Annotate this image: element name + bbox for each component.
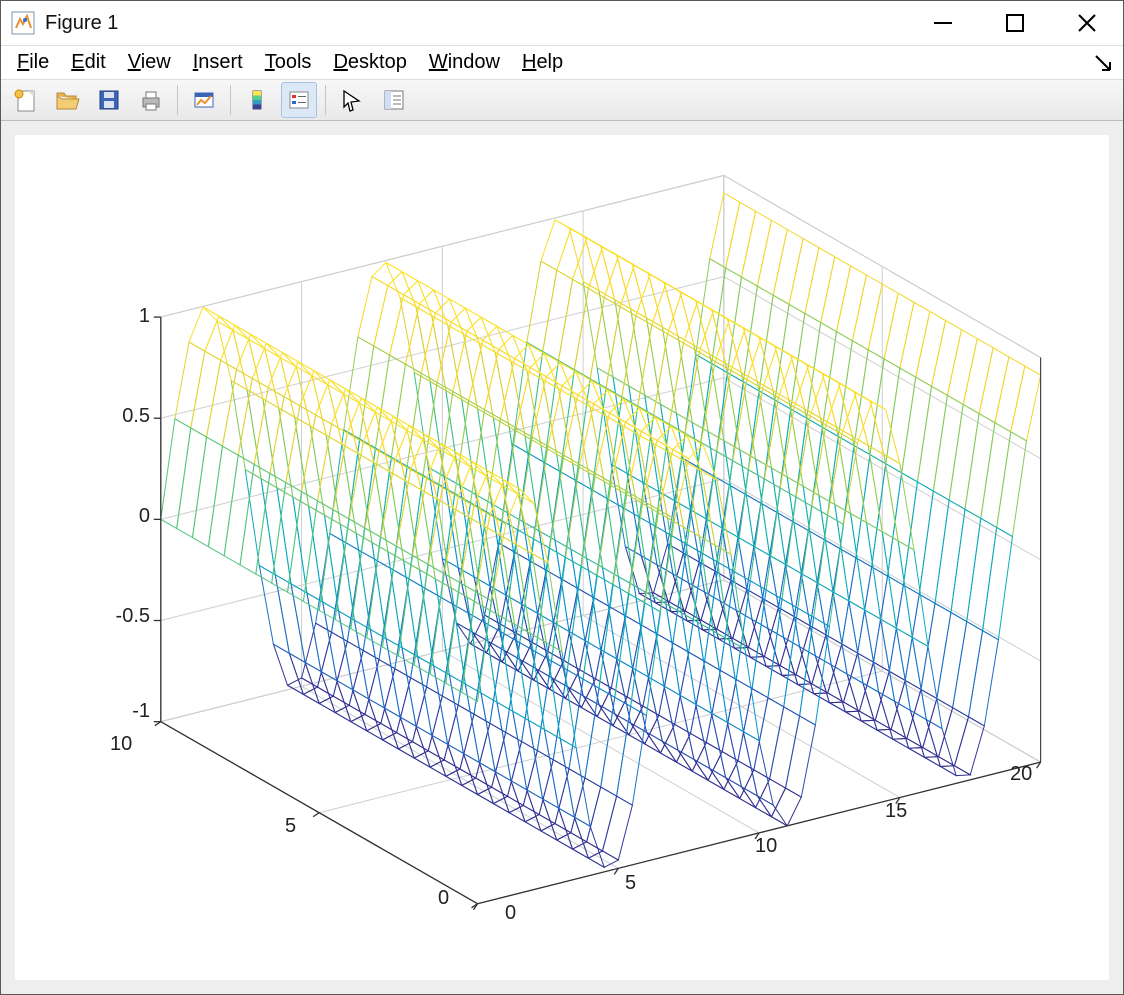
insert-legend-button[interactable]	[281, 82, 317, 118]
print-button[interactable]	[133, 82, 169, 118]
z-tick-label: 0.5	[90, 405, 150, 428]
matlab-figure-icon	[11, 11, 35, 35]
toolbar-separator	[325, 85, 326, 115]
close-button[interactable]	[1051, 1, 1123, 45]
link-plot-button[interactable]	[186, 82, 222, 118]
window-title: Figure 1	[45, 12, 118, 35]
open-button[interactable]	[49, 82, 85, 118]
x-tick-label: 20	[1010, 763, 1032, 786]
menu-tools[interactable]: Tools	[257, 49, 320, 76]
edit-plot-button[interactable]	[334, 82, 370, 118]
minimize-button[interactable]	[907, 1, 979, 45]
menubar: File Edit View Insert Tools Desktop Wind…	[1, 46, 1123, 80]
z-tick-label: -1	[105, 700, 150, 723]
menu-window[interactable]: Window	[421, 49, 508, 76]
open-property-inspector-button[interactable]	[376, 82, 412, 118]
menu-help[interactable]: Help	[514, 49, 571, 76]
mesh-surface	[15, 135, 1109, 980]
menu-desktop[interactable]: Desktop	[325, 49, 414, 76]
maximize-button[interactable]	[979, 1, 1051, 45]
save-button[interactable]	[91, 82, 127, 118]
z-tick-label: -0.5	[83, 605, 150, 628]
z-tick-label: 1	[110, 305, 150, 328]
toolbar	[1, 80, 1123, 121]
y-tick-label: 0	[438, 887, 449, 910]
y-tick-label: 10	[110, 733, 132, 756]
dock-arrow-icon[interactable]	[1091, 51, 1115, 75]
axes-3d[interactable]: 1 0.5 0 -0.5 -1 10 5 0 0 5 10 15 20	[15, 135, 1109, 980]
menu-edit[interactable]: Edit	[63, 49, 113, 76]
insert-colorbar-button[interactable]	[239, 82, 275, 118]
toolbar-separator	[177, 85, 178, 115]
plot-area: 1 0.5 0 -0.5 -1 10 5 0 0 5 10 15 20	[1, 121, 1123, 994]
figure-window: Figure 1 File Edit View Insert Tools Des…	[0, 0, 1124, 995]
toolbar-separator	[230, 85, 231, 115]
menu-insert[interactable]: Insert	[185, 49, 251, 76]
z-tick-label: 0	[110, 505, 150, 528]
x-tick-label: 15	[885, 800, 907, 823]
menu-file[interactable]: File	[9, 49, 57, 76]
x-tick-label: 10	[755, 835, 777, 858]
titlebar: Figure 1	[1, 1, 1123, 46]
x-tick-label: 0	[505, 902, 516, 925]
new-figure-button[interactable]	[7, 82, 43, 118]
y-tick-label: 5	[285, 815, 296, 838]
x-tick-label: 5	[625, 872, 636, 895]
menu-view[interactable]: View	[120, 49, 179, 76]
